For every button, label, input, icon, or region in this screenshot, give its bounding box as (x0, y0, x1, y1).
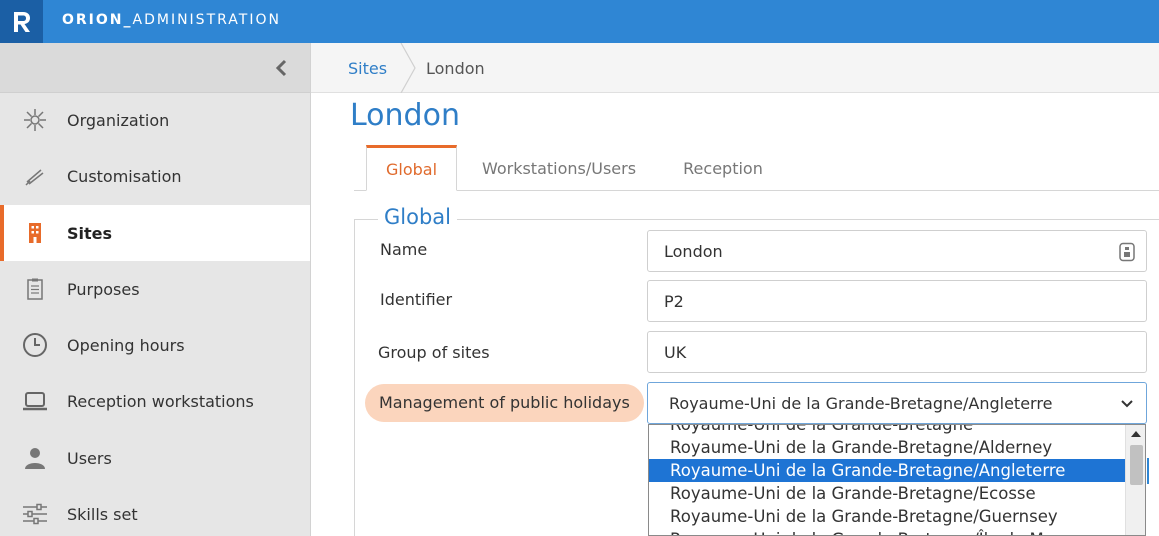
group-of-sites-label: Group of sites (378, 343, 490, 362)
breadcrumb: Sites London (311, 43, 1159, 93)
dropdown-option[interactable]: Royaume-Uni de la Grande-Bretagne/Île de… (649, 528, 1125, 535)
name-field[interactable]: London (647, 230, 1147, 272)
sidebar-item-label: Reception workstations (67, 391, 254, 411)
public-holidays-select[interactable]: Royaume-Uni de la Grande-Bretagne/Anglet… (647, 382, 1147, 424)
name-value: London (664, 241, 723, 261)
sidebar-item-label: Purposes (67, 279, 140, 299)
scroll-thumb[interactable] (1130, 445, 1143, 485)
clipboard-icon (22, 276, 48, 302)
sidebar-item-label: Sites (67, 223, 113, 243)
sliders-icon (22, 501, 48, 527)
app-title: ORION_ADMINISTRATION (62, 12, 281, 28)
sidebar-item-skills-set[interactable]: Skills set (0, 486, 310, 536)
page-title: London (350, 98, 460, 133)
tab-global[interactable]: Global (366, 145, 457, 191)
chevron-left-icon (275, 59, 287, 77)
network-icon (22, 107, 48, 133)
identifier-field[interactable]: P2 (647, 280, 1147, 322)
identifier-value: P2 (664, 291, 684, 311)
sidebar-item-opening-hours[interactable]: Opening hours (0, 317, 310, 373)
sidebar-item-sites[interactable]: Sites (0, 205, 310, 261)
tab-workstations-users[interactable]: Workstations/Users (470, 145, 648, 191)
public-holidays-label: Management of public holidays (365, 384, 644, 422)
focus-edge (1147, 458, 1149, 484)
sidebar-item-users[interactable]: Users (0, 430, 310, 486)
breadcrumb-separator-icon (400, 43, 416, 93)
group-of-sites-value: UK (664, 342, 687, 362)
clock-icon (22, 332, 48, 358)
sidebar-item-customisation[interactable]: Customisation (0, 148, 310, 204)
translate-icon[interactable] (1118, 242, 1136, 262)
brush-icon (22, 163, 48, 189)
sidebar-collapse-button[interactable] (0, 43, 310, 93)
dropdown-scrollbar[interactable] (1125, 425, 1145, 535)
user-icon (22, 445, 48, 471)
app-logo[interactable] (0, 0, 43, 43)
scroll-up-arrow-icon[interactable] (1131, 431, 1141, 437)
sidebar-item-label: Opening hours (67, 335, 185, 355)
public-holidays-dropdown: Royaume-Uni de la Grande-Bretagne Royaum… (648, 424, 1146, 536)
sidebar-item-label: Customisation (67, 166, 182, 186)
breadcrumb-link-sites[interactable]: Sites (348, 59, 387, 78)
section-title: Global (378, 205, 457, 229)
dropdown-option[interactable]: Royaume-Uni de la Grande-Bretagne/Ecosse (649, 482, 1125, 505)
sidebar-item-organization[interactable]: Organization (0, 92, 310, 148)
identifier-label: Identifier (380, 290, 453, 309)
building-icon (22, 220, 48, 246)
group-of-sites-field[interactable]: UK (647, 331, 1147, 373)
sidebar-item-label: Users (67, 448, 112, 468)
tab-reception[interactable]: Reception (670, 145, 776, 191)
public-holidays-value: Royaume-Uni de la Grande-Bretagne/Anglet… (669, 393, 1053, 413)
sidebar: Organization Customisation Sites Purpose… (0, 43, 311, 536)
chevron-down-icon (1121, 400, 1133, 408)
sidebar-item-label: Organization (67, 110, 170, 130)
sidebar-item-label: Skills set (67, 504, 138, 524)
name-label: Name (380, 240, 428, 259)
laptop-icon (22, 388, 48, 414)
breadcrumb-current: London (426, 59, 485, 78)
dropdown-option[interactable]: Royaume-Uni de la Grande-Bretagne/Aldern… (649, 436, 1125, 459)
logo-icon (13, 11, 30, 32)
top-bar: ORION_ADMINISTRATION (0, 0, 1159, 43)
sidebar-item-purposes[interactable]: Purposes (0, 261, 310, 317)
dropdown-option[interactable]: Royaume-Uni de la Grande-Bretagne/Guerns… (649, 505, 1125, 528)
sidebar-item-reception-workstations[interactable]: Reception workstations (0, 373, 310, 429)
dropdown-option-selected[interactable]: Royaume-Uni de la Grande-Bretagne/Anglet… (649, 459, 1125, 482)
dropdown-option[interactable]: Royaume-Uni de la Grande-Bretagne (649, 425, 1125, 436)
